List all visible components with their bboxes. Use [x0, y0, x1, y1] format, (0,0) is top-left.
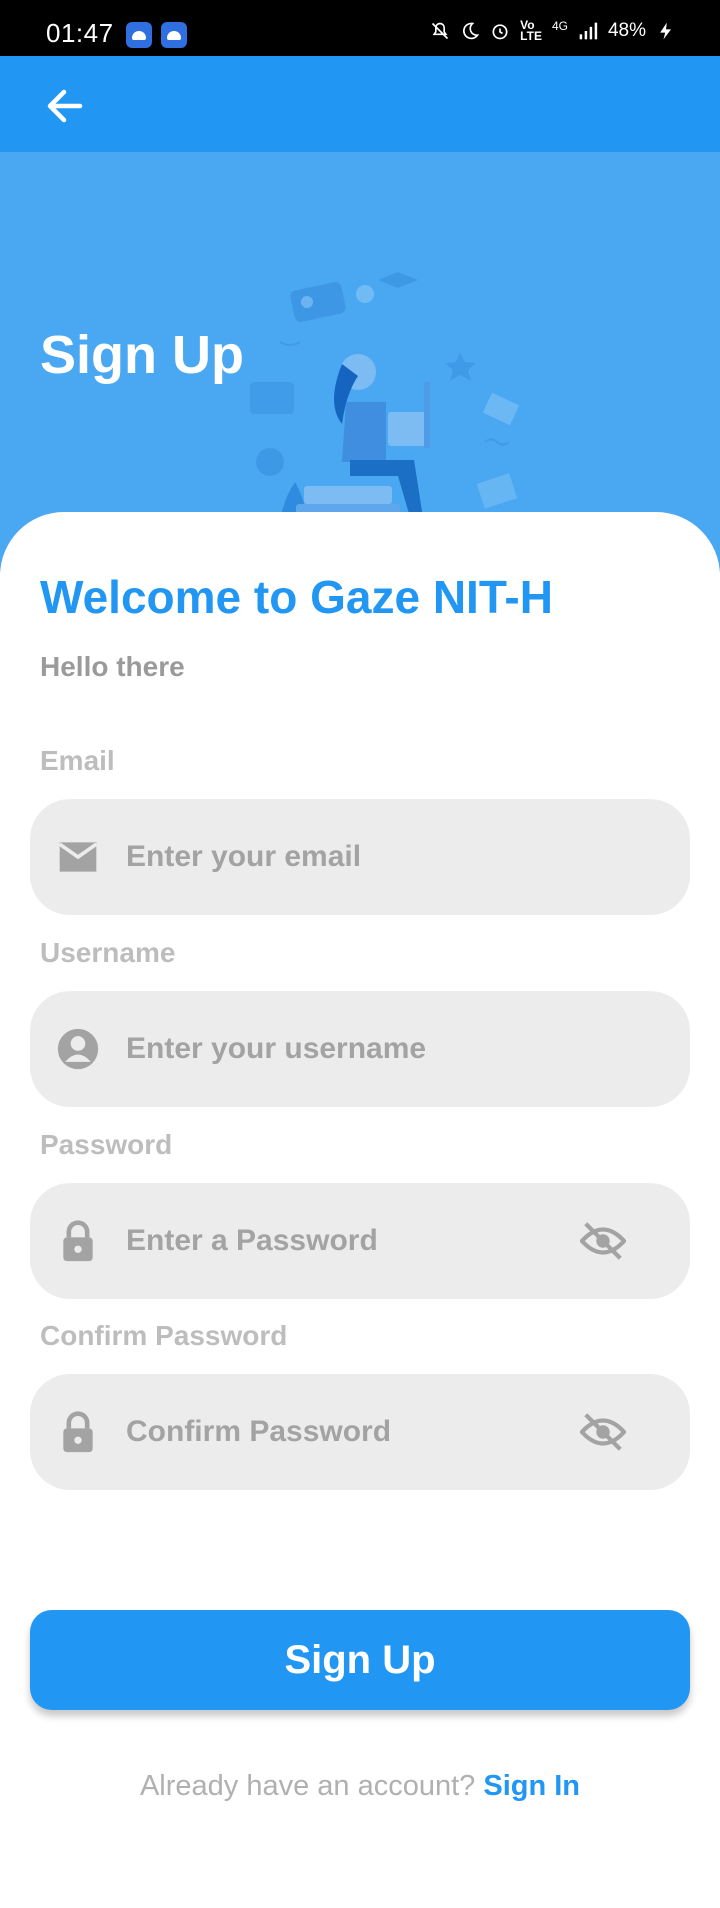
- email-input[interactable]: [126, 799, 566, 915]
- password-label: Password: [40, 1129, 173, 1160]
- lock-icon: [63, 1411, 93, 1453]
- alarm-icon: [492, 24, 508, 40]
- back-arrow-icon[interactable]: [40, 82, 88, 130]
- sign-in-link[interactable]: Sign In: [483, 1770, 580, 1802]
- signal-icon: [579, 22, 598, 40]
- confirm-password-label: Confirm Password: [40, 1320, 288, 1351]
- visibility-off-icon[interactable]: [580, 1412, 626, 1452]
- status-icons: Vo LTE 4G 48%: [430, 18, 676, 43]
- welcome-subtitle: Hello there: [40, 651, 185, 682]
- email-field[interactable]: [30, 799, 690, 915]
- username-field[interactable]: [30, 991, 690, 1107]
- volte-icon: Vo LTE: [520, 18, 542, 43]
- confirm-password-field[interactable]: [30, 1374, 690, 1490]
- android-app-icon: [161, 22, 187, 48]
- status-bar: 01:47 Vo LTE 4G 48%: [0, 0, 720, 56]
- password-field[interactable]: [30, 1183, 690, 1299]
- lock-icon: [63, 1220, 93, 1262]
- welcome-heading: Welcome to Gaze NIT-H: [40, 571, 553, 623]
- battery-level: 48%: [607, 20, 646, 41]
- username-input[interactable]: [126, 991, 566, 1107]
- username-label: Username: [40, 937, 176, 968]
- android-app-icon: [126, 22, 152, 48]
- moon-icon: [463, 22, 480, 40]
- sign-up-button[interactable]: Sign Up: [30, 1610, 690, 1710]
- visibility-off-icon[interactable]: [580, 1221, 626, 1261]
- hero-banner: Sign Up: [0, 152, 720, 586]
- sign-in-prompt: Already have an account? Sign In: [0, 1770, 720, 1803]
- sign-in-question: Already have an account?: [139, 1770, 484, 1802]
- confirm-password-input[interactable]: [126, 1374, 566, 1490]
- bell-muted-icon: [432, 22, 449, 40]
- email-icon: [58, 842, 98, 872]
- password-input[interactable]: [126, 1183, 566, 1299]
- charging-icon: [660, 22, 671, 40]
- app-bar: [0, 56, 720, 152]
- email-label: Email: [40, 745, 115, 776]
- account-circle-icon: [57, 1028, 99, 1070]
- network-type: 4G: [551, 19, 568, 33]
- status-time: 01:47: [46, 18, 114, 48]
